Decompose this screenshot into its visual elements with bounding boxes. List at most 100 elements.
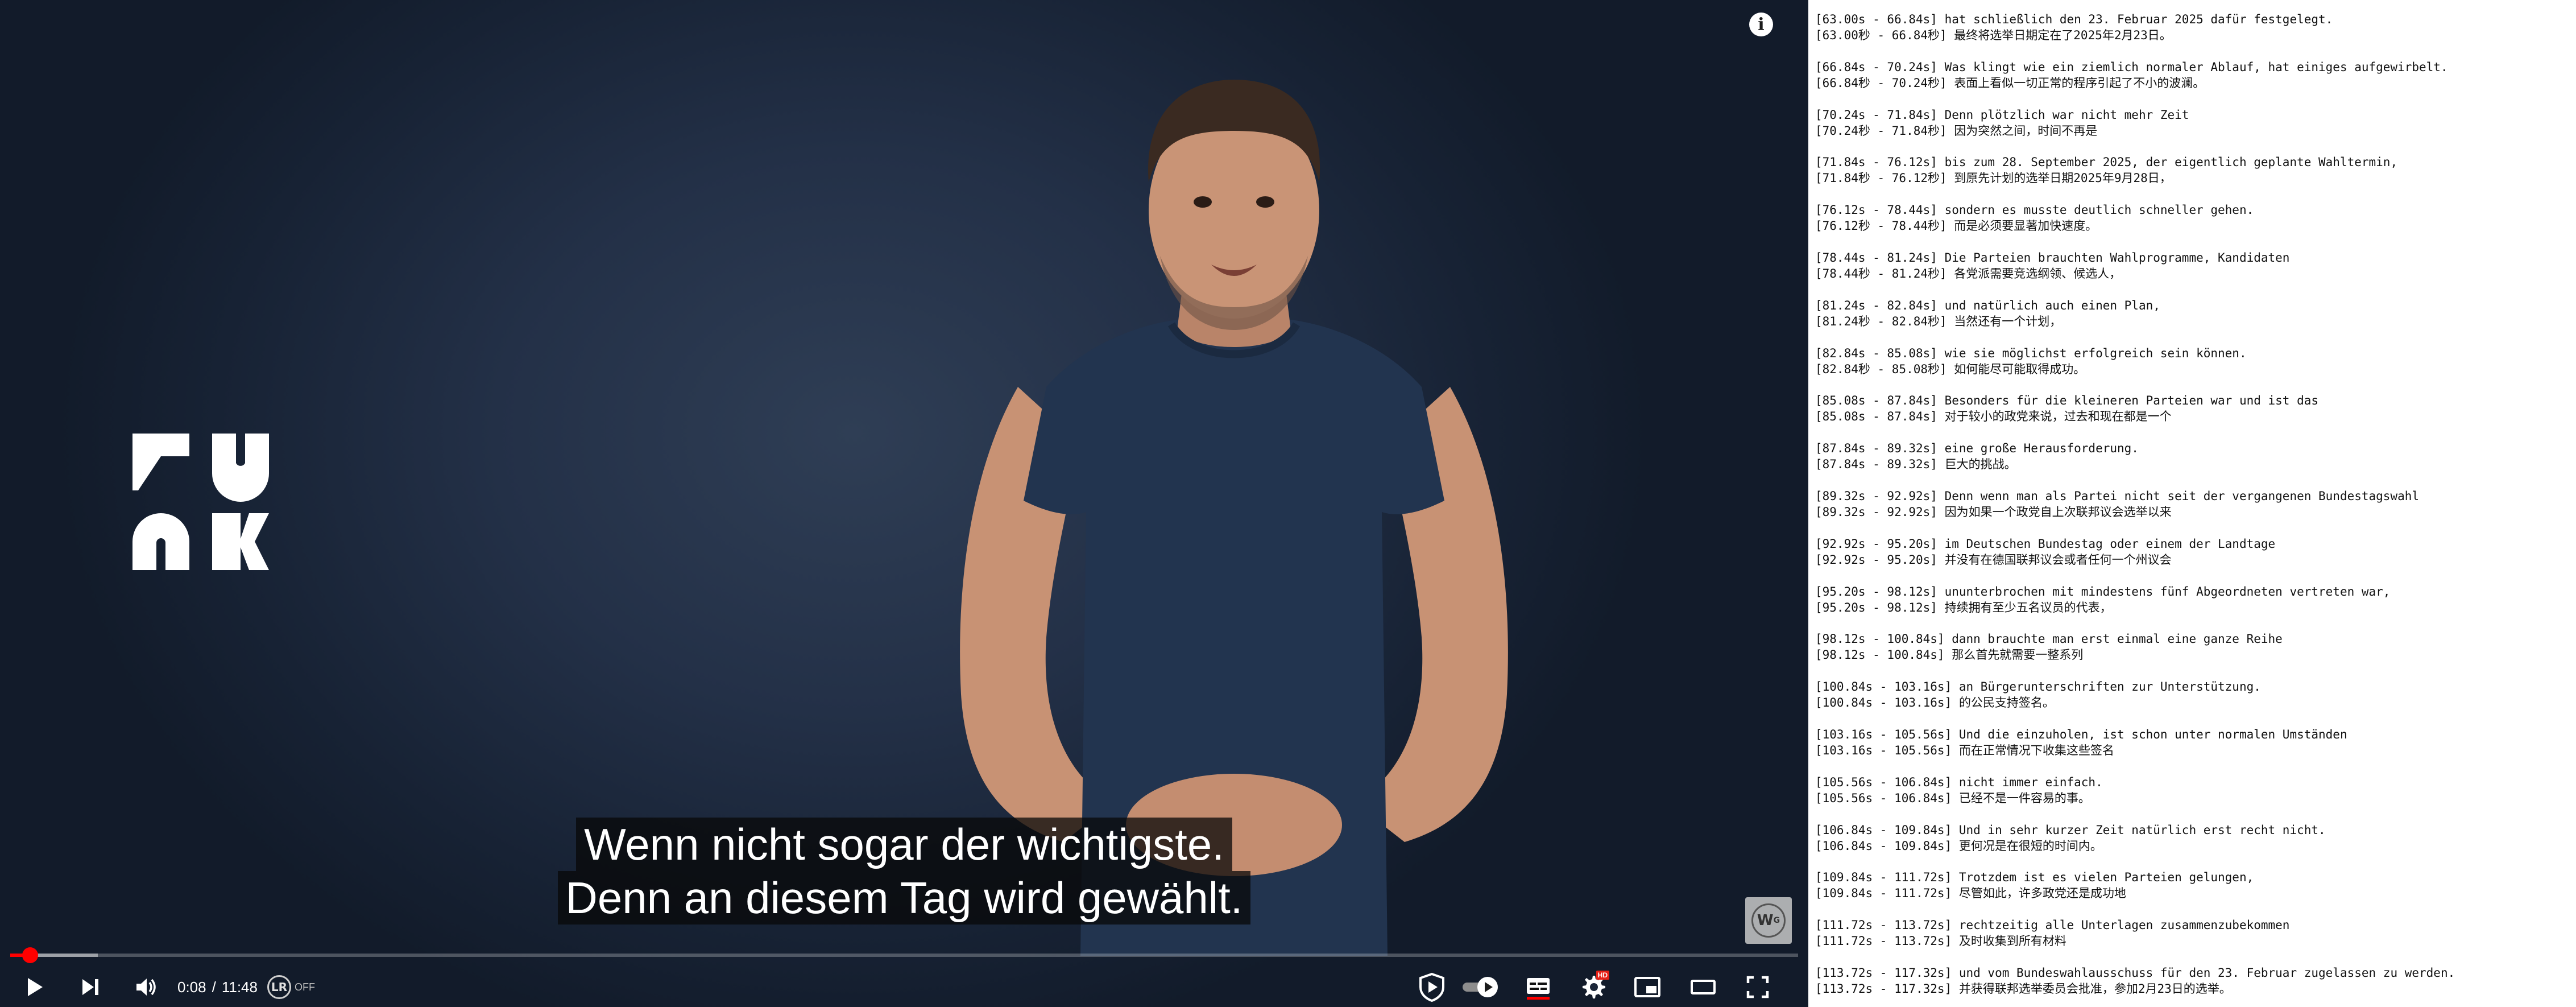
next-button[interactable]	[71, 967, 110, 1007]
transcript-entry: [95.20s - 98.12s] ununterbrochen mit min…	[1815, 584, 2576, 616]
transcript-line-chinese: [76.12秒 - 78.44秒] 而是必须要显著加快速度。	[1815, 219, 2098, 233]
language-reactor-icon: LR	[267, 975, 291, 999]
language-reactor-toggle[interactable]: LR OFF	[267, 967, 315, 1007]
transcript-line-german: [98.12s - 100.84s] dann brauchte man ers…	[1815, 632, 2283, 646]
transcript-line-chinese: [78.44秒 - 81.24秒] 各党派需要竞选纲领、候选人，	[1815, 266, 2122, 280]
transcript-entry: [109.84s - 111.72s] Trotzdem ist es viel…	[1815, 869, 2576, 901]
transcript-line-german: [85.08s - 87.84s] Besonders für die klei…	[1815, 394, 2319, 408]
funk-logo	[132, 434, 269, 570]
transcript-line-german: [71.84s - 76.12s] bis zum 28. September …	[1815, 155, 2398, 170]
transcript-line-chinese: [66.84秒 - 70.24秒] 表面上看似一切正常的程序引起了不小的波澜。	[1815, 76, 2205, 90]
transcript-line-chinese: [113.72s - 117.32s] 并获得联邦选举委员会批准，参加2月23日…	[1815, 981, 2231, 996]
autoplay-toggle-icon	[1463, 977, 1498, 997]
transcript-entry: [87.84s - 89.32s] eine große Herausforde…	[1815, 440, 2576, 472]
transcript-line-chinese: [89.32s - 92.92s] 因为如果一个政党自上次联邦议会选举以来	[1815, 505, 2172, 519]
transcript-line-chinese: [111.72s - 113.72s] 及时收集到所有材料	[1815, 934, 2066, 948]
transcript-line-german: [111.72s - 113.72s] rechtzeitig alle Unt…	[1815, 918, 2290, 932]
transcript-line-chinese: [92.92s - 95.20s] 并没有在德国联邦议会或者任何一个州议会	[1815, 552, 2172, 567]
transcript-entry: [100.84s - 103.16s] an Bürgerunterschrif…	[1815, 679, 2576, 711]
transcript-line-german: [100.84s - 103.16s] an Bürgerunterschrif…	[1815, 680, 2261, 694]
transcript-entry: [98.12s - 100.84s] dann brauchte man ers…	[1815, 631, 2576, 663]
transcript-line-german: [63.00s - 66.84s] hat schließlich den 23…	[1815, 13, 2333, 26]
transcript-entry: [82.84s - 85.08s] wie sie möglichst erfo…	[1815, 345, 2576, 377]
miniplayer-button[interactable]	[1627, 967, 1667, 1007]
transcript-line-german: [81.24s - 82.84s] und natürlich auch ein…	[1815, 298, 2160, 312]
transcript-line-german: [66.84s - 70.24s] Was klingt wie ein zie…	[1815, 60, 2448, 74]
language-reactor-status: OFF	[295, 981, 315, 993]
transcript-line-german: [87.84s - 89.32s] eine große Herausforde…	[1815, 441, 2139, 456]
autoplay-toggle[interactable]	[1459, 967, 1505, 1007]
transcript-entry: [113.72s - 117.32s] und vom Bundeswahlau…	[1815, 965, 2576, 997]
player-controls: 0:08 / 11:48 LR OFF HD	[0, 967, 1808, 1007]
transcript-line-german: [82.84s - 85.08s] wie sie möglichst erfo…	[1815, 346, 2247, 360]
play-icon	[28, 978, 43, 996]
transcript-line-german: [92.92s - 95.20s] im Deutschen Bundestag…	[1815, 536, 2276, 551]
volume-icon	[136, 979, 156, 996]
caption-overlay: Wenn nicht sogar der wichtigste. Denn an…	[0, 818, 1808, 925]
video-player[interactable]: i Wenn nicht sogar der wichtigste. Denn …	[0, 0, 1808, 1007]
transcript-line-chinese: [106.84s - 109.84s] 更何况是在很短的时间内。	[1815, 839, 2102, 853]
subtitles-icon	[1527, 978, 1550, 1000]
transcript-line-german: [113.72s - 117.32s] und vom Bundeswahlau…	[1815, 965, 2455, 980]
transcript-line-chinese: [103.16s - 105.56s] 而在正常情况下收集这些签名	[1815, 743, 2114, 757]
transcript-line-chinese: [87.84s - 89.32s] 巨大的挑战。	[1815, 457, 2016, 472]
progress-scrubber-handle[interactable]	[22, 947, 38, 963]
volume-button[interactable]	[126, 967, 166, 1007]
skip-next-icon	[82, 979, 98, 995]
transcript-line-chinese: [85.08s - 87.84s] 对于较小的政党来说，过去和现在都是一个	[1815, 410, 2172, 424]
transcript-entry: [111.72s - 113.72s] rechtzeitig alle Unt…	[1815, 917, 2576, 949]
transcript-line-german: [76.12s - 78.44s] sondern es musste deut…	[1815, 203, 2254, 217]
transcript-line-chinese: [109.84s - 111.72s] 尽管如此，许多政党还是成功地	[1815, 886, 2126, 901]
transcript-entry: [81.24s - 82.84s] und natürlich auch ein…	[1815, 298, 2576, 329]
info-icon[interactable]: i	[1749, 13, 1773, 36]
transcript-line-chinese: [82.84秒 - 85.08秒] 如何能尽可能取得成功。	[1815, 362, 2086, 376]
miniplayer-icon	[1634, 977, 1660, 997]
transcript-line-german: [105.56s - 106.84s] nicht immer einfach.	[1815, 775, 2103, 789]
transcript-panel: [63.00s - 66.84s] hat schließlich den 23…	[1808, 0, 2576, 1007]
current-time: 0:08	[177, 978, 206, 996]
caption-line-1: Wenn nicht sogar der wichtigste.	[576, 818, 1232, 871]
transcript-entry: [71.84s - 76.12s] bis zum 28. September …	[1815, 154, 2576, 186]
quality-badge: HD	[1596, 971, 1609, 980]
transcript-entry: [105.56s - 106.84s] nicht immer einfach.…	[1815, 774, 2576, 806]
caption-line-2: Denn an diesem Tag wird gewählt.	[557, 871, 1251, 925]
transcript-line-german: [103.16s - 105.56s] Und die einzuholen, …	[1815, 727, 2347, 741]
fullscreen-icon	[1746, 976, 1769, 998]
shield-play-icon	[1419, 972, 1444, 1002]
transcript-entry: [78.44s - 81.24s] Die Parteien brauchten…	[1815, 250, 2576, 282]
transcript-line-chinese: [63.00秒 - 66.84秒] 最终将选举日期定在了2025年2月23日。	[1815, 28, 2172, 42]
transcript-entry: [85.08s - 87.84s] Besonders für die klei…	[1815, 393, 2576, 424]
transcript-line-german: [95.20s - 98.12s] ununterbrochen mit min…	[1815, 584, 2391, 599]
transcript-line-german: [78.44s - 81.24s] Die Parteien brauchten…	[1815, 250, 2290, 265]
watermark-badge: WG	[1745, 897, 1792, 944]
subtitles-button[interactable]	[1518, 967, 1558, 1007]
fullscreen-button[interactable]	[1738, 967, 1778, 1007]
transcript-entry: [103.16s - 105.56s] Und die einzuholen, …	[1815, 727, 2576, 758]
transcript-entry: [66.84s - 70.24s] Was klingt wie ein zie…	[1815, 59, 2576, 91]
theater-mode-icon	[1691, 980, 1716, 994]
transcript-entry: [89.32s - 92.92s] Denn wenn man als Part…	[1815, 488, 2576, 520]
transcript-entry: [63.00s - 66.84s] hat schließlich den 23…	[1815, 11, 2576, 43]
transcript-line-chinese: [98.12s - 100.84s] 那么首先就需要一整系列	[1815, 648, 2084, 662]
transcript-entry: [92.92s - 95.20s] im Deutschen Bundestag…	[1815, 536, 2576, 568]
transcript-line-chinese: [71.84秒 - 76.12秒] 到原先计划的选举日期2025年9月28日，	[1815, 171, 2172, 185]
watermark-icon: WG	[1751, 903, 1786, 938]
transcript-line-chinese: [95.20s - 98.12s] 持续拥有至少五名议员的代表，	[1815, 600, 2112, 614]
shield-extension-button[interactable]	[1412, 967, 1452, 1007]
transcript-line-german: [70.24s - 71.84s] Denn plötzlich war nic…	[1815, 108, 2189, 122]
progress-bar[interactable]	[10, 947, 1798, 963]
transcript-entry: [106.84s - 109.84s] Und in sehr kurzer Z…	[1815, 822, 2576, 854]
transcript-entry: [70.24s - 71.84s] Denn plötzlich war nic…	[1815, 107, 2576, 139]
transcript-line-chinese: [105.56s - 106.84s] 已经不是一件容易的事。	[1815, 791, 2090, 805]
transcript-line-german: [89.32s - 92.92s] Denn wenn man als Part…	[1815, 489, 2420, 503]
transcript-line-german: [106.84s - 109.84s] Und in sehr kurzer Z…	[1815, 823, 2326, 837]
transcript-line-german: [109.84s - 111.72s] Trotzdem ist es viel…	[1815, 870, 2254, 885]
play-button[interactable]	[15, 967, 55, 1007]
settings-button[interactable]: HD	[1573, 967, 1613, 1007]
transcript-entry: [76.12s - 78.44s] sondern es musste deut…	[1815, 202, 2576, 234]
transcript-line-chinese: [100.84s - 103.16s] 的公民支持签名。	[1815, 696, 2055, 710]
transcript-line-chinese: [70.24秒 - 71.84秒] 因为突然之间，时间不再是	[1815, 123, 2098, 138]
theater-mode-button[interactable]	[1683, 967, 1723, 1007]
time-display: 0:08 / 11:48	[177, 967, 258, 1007]
duration: 11:48	[221, 978, 258, 996]
